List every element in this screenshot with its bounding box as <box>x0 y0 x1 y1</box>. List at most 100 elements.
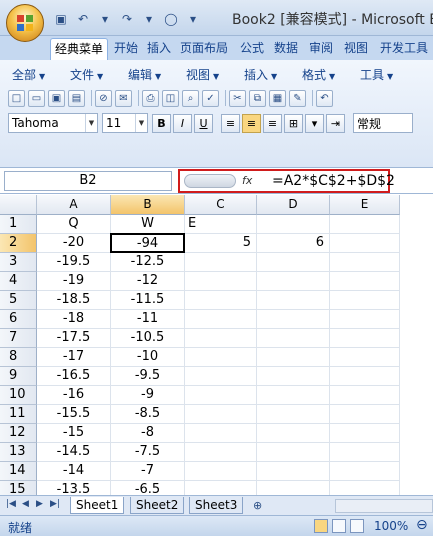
cell[interactable] <box>257 291 330 310</box>
cell[interactable]: -7 <box>111 462 185 481</box>
cell[interactable] <box>185 481 257 495</box>
new-icon[interactable]: □ <box>8 89 25 107</box>
cell[interactable]: 6 <box>257 234 330 253</box>
permission-icon[interactable]: ⊘ <box>95 89 112 107</box>
column-header-d[interactable]: D <box>257 195 330 215</box>
insert-sheet-icon[interactable]: ⊕ <box>253 499 262 512</box>
menu-format[interactable]: 格式 ▼ <box>302 66 335 83</box>
row-header[interactable]: 14 <box>0 462 37 481</box>
cell[interactable]: -17 <box>37 348 111 367</box>
normal-view-icon[interactable] <box>314 519 328 533</box>
cell[interactable] <box>330 329 400 348</box>
cell[interactable] <box>257 215 330 234</box>
cell[interactable] <box>185 443 257 462</box>
cell[interactable] <box>330 481 400 495</box>
cell[interactable] <box>257 348 330 367</box>
cell[interactable] <box>330 367 400 386</box>
redo-dropdown-icon[interactable]: ▾ <box>140 10 158 28</box>
tab-page-layout[interactable]: 页面布局 <box>176 38 232 60</box>
format-painter-icon[interactable]: ✎ <box>289 89 306 107</box>
cell[interactable]: -16.5 <box>37 367 111 386</box>
cell[interactable] <box>185 367 257 386</box>
formula-input-highlighted[interactable]: fx =A2*$C$2+$D$2 <box>178 169 395 193</box>
row-header[interactable]: 12 <box>0 424 37 443</box>
tab-review[interactable]: 审阅 <box>305 38 337 60</box>
cell[interactable]: -18.5 <box>37 291 111 310</box>
cell[interactable] <box>257 386 330 405</box>
select-all-corner[interactable] <box>0 195 37 215</box>
font-size-combo[interactable]: 11 ▼ <box>102 113 148 133</box>
row-header[interactable]: 1 <box>0 215 37 234</box>
undo-icon[interactable]: ↶ <box>74 10 92 28</box>
active-cell[interactable]: -94 <box>110 233 185 253</box>
horizontal-scrollbar[interactable] <box>335 499 433 513</box>
cell[interactable]: -6.5 <box>111 481 185 495</box>
row-header[interactable]: 10 <box>0 386 37 405</box>
cell[interactable]: Q <box>37 215 111 234</box>
underline-button[interactable]: U <box>194 113 213 133</box>
align-left-icon[interactable]: ≡ <box>221 113 240 133</box>
column-header-e[interactable]: E <box>330 195 400 215</box>
redo-icon[interactable]: ↷ <box>118 10 136 28</box>
row-header[interactable]: 11 <box>0 405 37 424</box>
menu-all[interactable]: 全部 ▼ <box>12 66 45 83</box>
office-button[interactable] <box>6 4 44 42</box>
cell[interactable] <box>330 253 400 272</box>
sheet-tab-sheet3[interactable]: Sheet3 <box>189 497 244 514</box>
cell[interactable]: -9 <box>111 386 185 405</box>
cell[interactable]: -12 <box>111 272 185 291</box>
cell[interactable]: -10.5 <box>111 329 185 348</box>
cell[interactable]: 5 <box>185 234 257 253</box>
row-header[interactable]: 2 <box>0 234 37 253</box>
cell[interactable] <box>185 424 257 443</box>
cell[interactable] <box>185 405 257 424</box>
tab-view[interactable]: 视图 <box>340 38 372 60</box>
undo-toolbar-icon[interactable]: ↶ <box>316 89 333 107</box>
page-break-view-icon[interactable] <box>350 519 364 533</box>
cell[interactable]: -19 <box>37 272 111 291</box>
cell[interactable] <box>330 462 400 481</box>
cell[interactable] <box>257 481 330 495</box>
cell[interactable]: -15 <box>37 424 111 443</box>
cell[interactable]: -11 <box>111 310 185 329</box>
row-header[interactable]: 15 <box>0 481 37 495</box>
tab-home[interactable]: 开始 <box>110 38 142 60</box>
number-format-combo[interactable]: 常规 <box>353 113 413 133</box>
cell[interactable] <box>185 291 257 310</box>
undo-dropdown-icon[interactable]: ▾ <box>96 10 114 28</box>
cell[interactable] <box>257 443 330 462</box>
research-icon[interactable]: ⌕ <box>182 89 199 107</box>
cell[interactable]: -8 <box>111 424 185 443</box>
cell[interactable]: -20 <box>37 234 111 253</box>
cell[interactable] <box>257 253 330 272</box>
cell[interactable] <box>257 462 330 481</box>
bold-button[interactable]: B <box>152 113 171 133</box>
cell[interactable]: -18 <box>37 310 111 329</box>
cell[interactable]: -13.5 <box>37 481 111 495</box>
prev-sheet-icon[interactable]: ◀ <box>22 499 29 509</box>
cell[interactable] <box>330 348 400 367</box>
column-header-b[interactable]: B <box>111 195 185 215</box>
align-right-icon[interactable]: ≡ <box>263 113 282 133</box>
menu-insert[interactable]: 插入 ▼ <box>244 66 277 83</box>
cut-icon[interactable]: ✂ <box>229 89 246 107</box>
zoom-out-icon[interactable]: ⊖ <box>416 517 428 533</box>
cell[interactable] <box>330 234 400 253</box>
formula-bar-grip[interactable] <box>184 174 236 188</box>
open-icon[interactable]: ▭ <box>28 89 45 107</box>
cell[interactable] <box>330 291 400 310</box>
italic-button[interactable]: I <box>173 113 192 133</box>
cell[interactable]: -11.5 <box>111 291 185 310</box>
next-sheet-icon[interactable]: ▶ <box>36 499 43 509</box>
last-sheet-icon[interactable]: ▶| <box>50 499 60 509</box>
cell[interactable] <box>185 272 257 291</box>
row-header[interactable]: 5 <box>0 291 37 310</box>
spelling-icon[interactable]: ✓ <box>202 89 219 107</box>
cell[interactable] <box>257 310 330 329</box>
cell[interactable] <box>185 253 257 272</box>
cell[interactable] <box>257 405 330 424</box>
font-name-combo[interactable]: Tahoma ▼ <box>8 113 98 133</box>
cell[interactable] <box>185 310 257 329</box>
cell[interactable]: -14 <box>37 462 111 481</box>
cell[interactable] <box>185 329 257 348</box>
